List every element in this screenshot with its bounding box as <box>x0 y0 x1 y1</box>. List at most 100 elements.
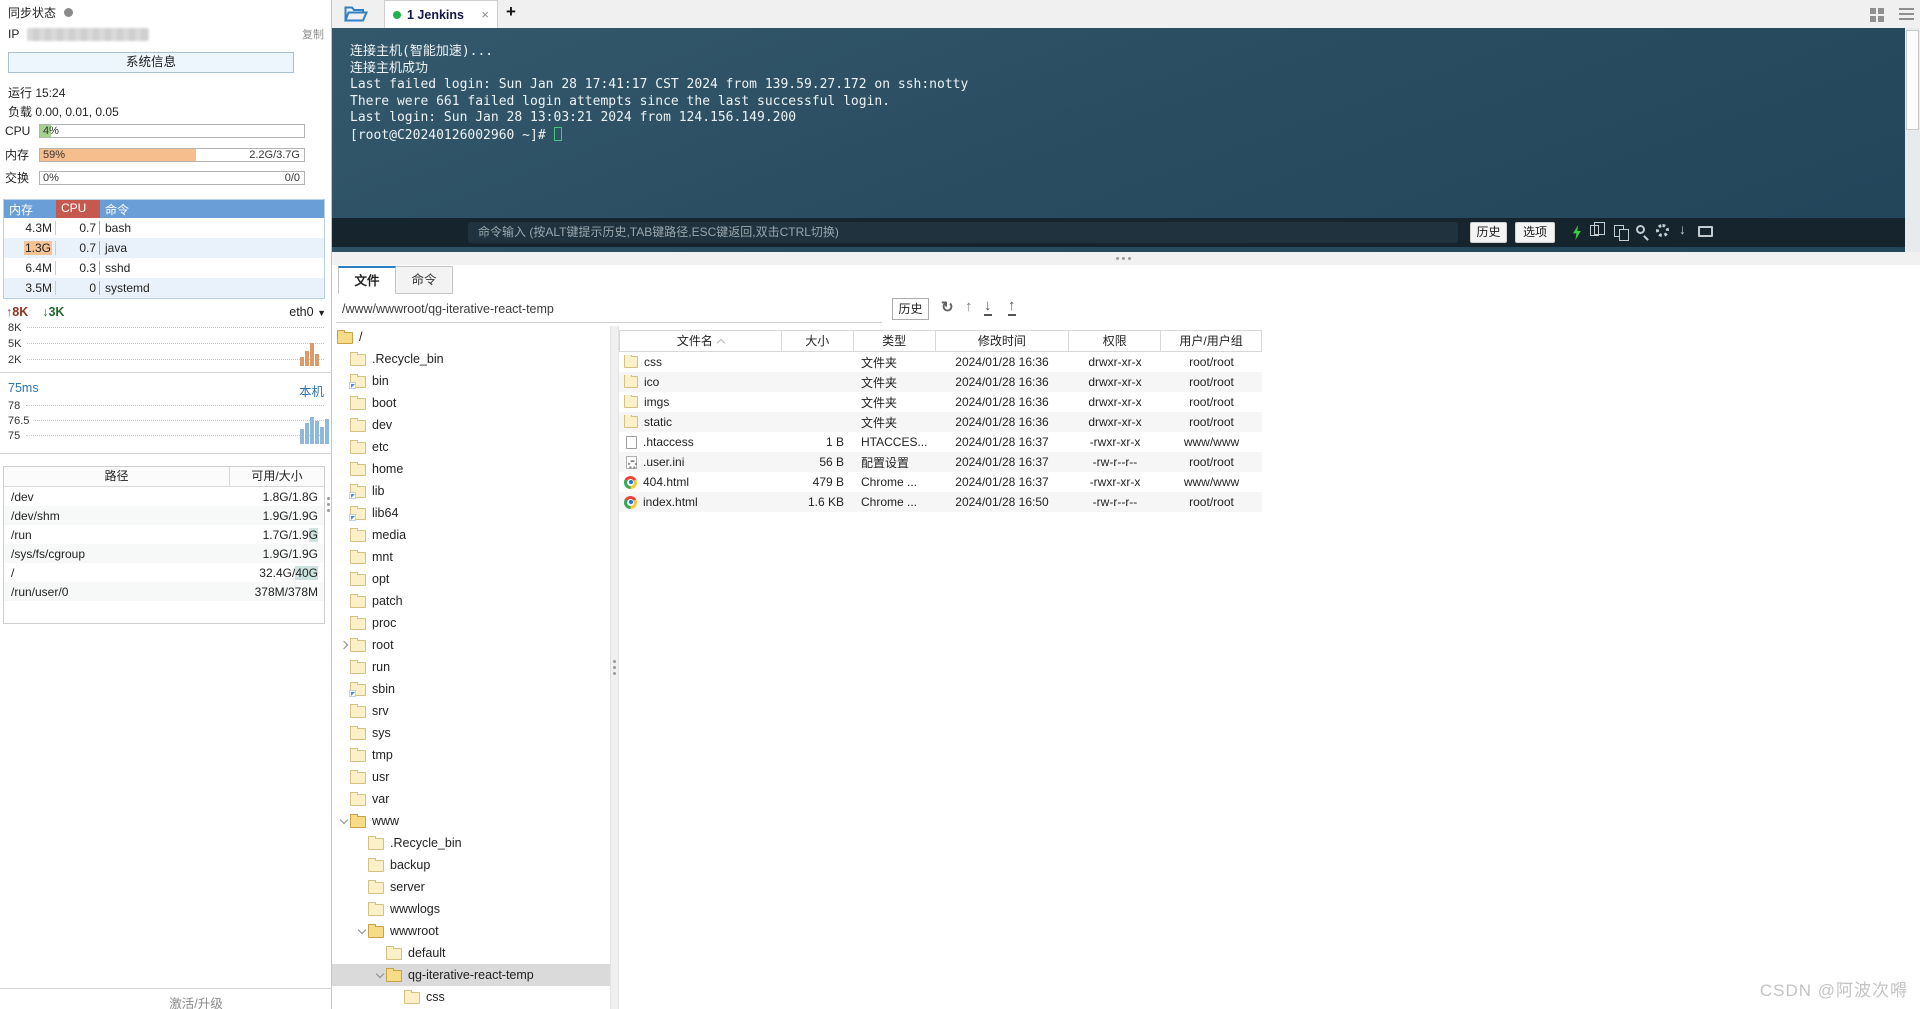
chevron-expanded-icon[interactable] <box>355 925 368 934</box>
tree-item[interactable]: srv <box>332 700 610 722</box>
copy-icon[interactable] <box>1590 222 1605 236</box>
file-manager-panel: 文件 命令 /www/wwwroot/qg-iterative-react-te… <box>332 265 1920 1009</box>
lightning-icon[interactable] <box>1573 225 1581 240</box>
file-row[interactable]: .htaccess 1 B HTACCES... 2024/01/28 16:37 -r… <box>619 432 1262 452</box>
tree-item-label: opt <box>372 572 390 586</box>
tree-item[interactable]: bin <box>332 370 610 392</box>
tree-item[interactable]: mnt <box>332 546 610 568</box>
tree-item-label: etc <box>372 440 389 454</box>
close-tab-icon[interactable]: × <box>481 7 489 22</box>
tree-item[interactable]: .Recycle_bin <box>332 832 610 854</box>
chevron-expanded-icon[interactable] <box>373 969 386 978</box>
layout-grid-icon[interactable] <box>1870 8 1876 14</box>
folder-tab-icon[interactable] <box>344 5 369 27</box>
terminal-area[interactable]: 连接主机(智能加速)... 连接主机成功 Last failed login: Su… <box>332 28 1920 252</box>
file-row[interactable]: css 文件夹 2024/01/28 16:36 drwxr-xr-x root/roo… <box>619 352 1262 372</box>
file-header-mtime[interactable]: 修改时间 <box>935 331 1070 352</box>
gear-icon[interactable] <box>1656 224 1669 237</box>
options-button[interactable]: 选项 <box>1515 222 1555 243</box>
file-row[interactable]: static 文件夹 2024/01/28 16:36 drwxr-xr-x root/… <box>619 412 1262 432</box>
command-bar: 命令输入 (按ALT键提示历史,TAB键路径,ESC键返回,双击CTRL切换) … <box>332 218 1905 247</box>
download-icon[interactable]: ↓ <box>984 298 992 316</box>
folder-icon <box>350 703 366 718</box>
tree-item[interactable]: lib64 <box>332 502 610 524</box>
disk-header-size[interactable]: 可用/大小 <box>230 467 324 486</box>
tree-item[interactable]: var <box>332 788 610 810</box>
file-row[interactable]: 404.html 479 B Chrome ... 2024/01/28 16:37 -… <box>619 472 1262 492</box>
file-row[interactable]: index.html 1.6 KB Chrome ... 2024/01/28 16:… <box>619 492 1262 512</box>
tree-item[interactable]: wwwroot <box>332 920 610 942</box>
process-header-cell[interactable]: 命令 <box>100 200 324 218</box>
refresh-icon[interactable]: ↻ <box>941 298 954 316</box>
monitor-icon[interactable] <box>1698 226 1713 237</box>
search-icon[interactable] <box>1636 225 1645 234</box>
tree-item[interactable]: root <box>332 634 610 656</box>
history-button[interactable]: 历史 <box>1470 222 1507 243</box>
tree-item[interactable]: qg-iterative-react-temp <box>332 964 610 986</box>
tab-files[interactable]: 文件 <box>338 266 396 294</box>
sidebar-splitter-handle[interactable] <box>327 497 331 512</box>
path-input[interactable]: /www/wwwroot/qg-iterative-react-temp <box>342 302 554 316</box>
tree-item[interactable]: media <box>332 524 610 546</box>
tree-item[interactable]: proc <box>332 612 610 634</box>
tree-item[interactable]: etc <box>332 436 610 458</box>
system-info-button[interactable]: 系统信息 <box>8 52 294 73</box>
file-header-owner[interactable]: 用户/用户组 <box>1161 331 1263 352</box>
menu-hamburger-icon[interactable] <box>1899 8 1914 10</box>
tree-item[interactable]: sbin <box>332 678 610 700</box>
disk-header-path[interactable]: 路径 <box>4 467 230 486</box>
terminal-tab[interactable]: 1 Jenkins × <box>384 0 498 28</box>
process-header-cell[interactable]: CPU <box>56 200 100 218</box>
path-history-button[interactable]: 历史 <box>892 298 929 320</box>
disk-table: 路径 可用/大小/dev 1.8G/1.8G/dev/shm 1.9G/1.9G/ru… <box>3 466 325 624</box>
upload-icon[interactable]: ↑ <box>1008 298 1016 316</box>
tree-item[interactable]: backup <box>332 854 610 876</box>
tree-item[interactable]: run <box>332 656 610 678</box>
tree-item[interactable]: / <box>332 326 610 348</box>
tree-item[interactable]: css <box>332 986 610 1008</box>
terminal-scrollbar[interactable] <box>1905 28 1920 252</box>
tree-item[interactable]: tmp <box>332 744 610 766</box>
tree-item[interactable]: opt <box>332 568 610 590</box>
tree-item[interactable]: boot <box>332 392 610 414</box>
tree-item[interactable]: wwwlogs <box>332 898 610 920</box>
folder-icon <box>350 791 366 806</box>
vertical-splitter[interactable] <box>610 326 619 1009</box>
tree-item[interactable]: .Recycle_bin <box>332 348 610 370</box>
tree-item[interactable]: lib <box>332 480 610 502</box>
chevron-collapsed-icon[interactable] <box>337 640 350 650</box>
tree-item[interactable]: server <box>332 876 610 898</box>
file-row[interactable]: .user.ini 56 B 配置设置 2024/01/28 16:37 -rw-r--… <box>619 452 1262 472</box>
chevron-expanded-icon[interactable] <box>337 815 350 824</box>
tab-commands[interactable]: 命令 <box>395 266 453 294</box>
file-header-name[interactable]: 文件名 <box>620 331 782 352</box>
tree-item[interactable]: www <box>332 810 610 832</box>
file-row[interactable]: ico 文件夹 2024/01/28 16:36 drwxr-xr-x root/roo… <box>619 372 1262 392</box>
sort-ascending-icon <box>716 338 726 348</box>
file-row[interactable]: imgs 文件夹 2024/01/28 16:36 drwxr-xr-x root/ro… <box>619 392 1262 412</box>
process-header-cell[interactable]: 内存 <box>4 200 56 218</box>
copy-ip-button[interactable]: 复制 <box>302 26 324 42</box>
interface-selector[interactable]: eth0 ▼ <box>289 305 326 319</box>
new-tab-button[interactable]: + <box>506 2 516 22</box>
tree-item[interactable]: default <box>332 942 610 964</box>
terminal-scrollbar-thumb[interactable] <box>1906 30 1919 130</box>
sync-status-label: 同步状态 <box>8 6 57 20</box>
activate-upgrade-link[interactable]: 激活/升级 <box>169 993 222 1009</box>
tree-item[interactable]: dev <box>332 414 610 436</box>
tree-item[interactable]: usr <box>332 766 610 788</box>
file-owner-cell: root/root <box>1189 455 1234 469</box>
download-arrow-icon[interactable]: ↓ <box>1679 221 1686 237</box>
file-header-perm[interactable]: 权限 <box>1069 331 1162 352</box>
file-header-size[interactable]: 大小 <box>781 331 854 352</box>
tree-item[interactable]: home <box>332 458 610 480</box>
folder-icon <box>368 857 384 872</box>
process-cpu: 0.3 <box>56 261 100 275</box>
parent-directory-icon[interactable]: ↑ <box>965 298 973 315</box>
paste-icon[interactable] <box>1614 225 1629 241</box>
horizontal-splitter[interactable] <box>332 252 1920 265</box>
file-header-type[interactable]: 类型 <box>853 331 936 352</box>
tree-item[interactable]: sys <box>332 722 610 744</box>
command-input[interactable]: 命令输入 (按ALT键提示历史,TAB键路径,ESC键返回,双击CTRL切换) <box>468 222 1458 243</box>
tree-item[interactable]: patch <box>332 590 610 612</box>
